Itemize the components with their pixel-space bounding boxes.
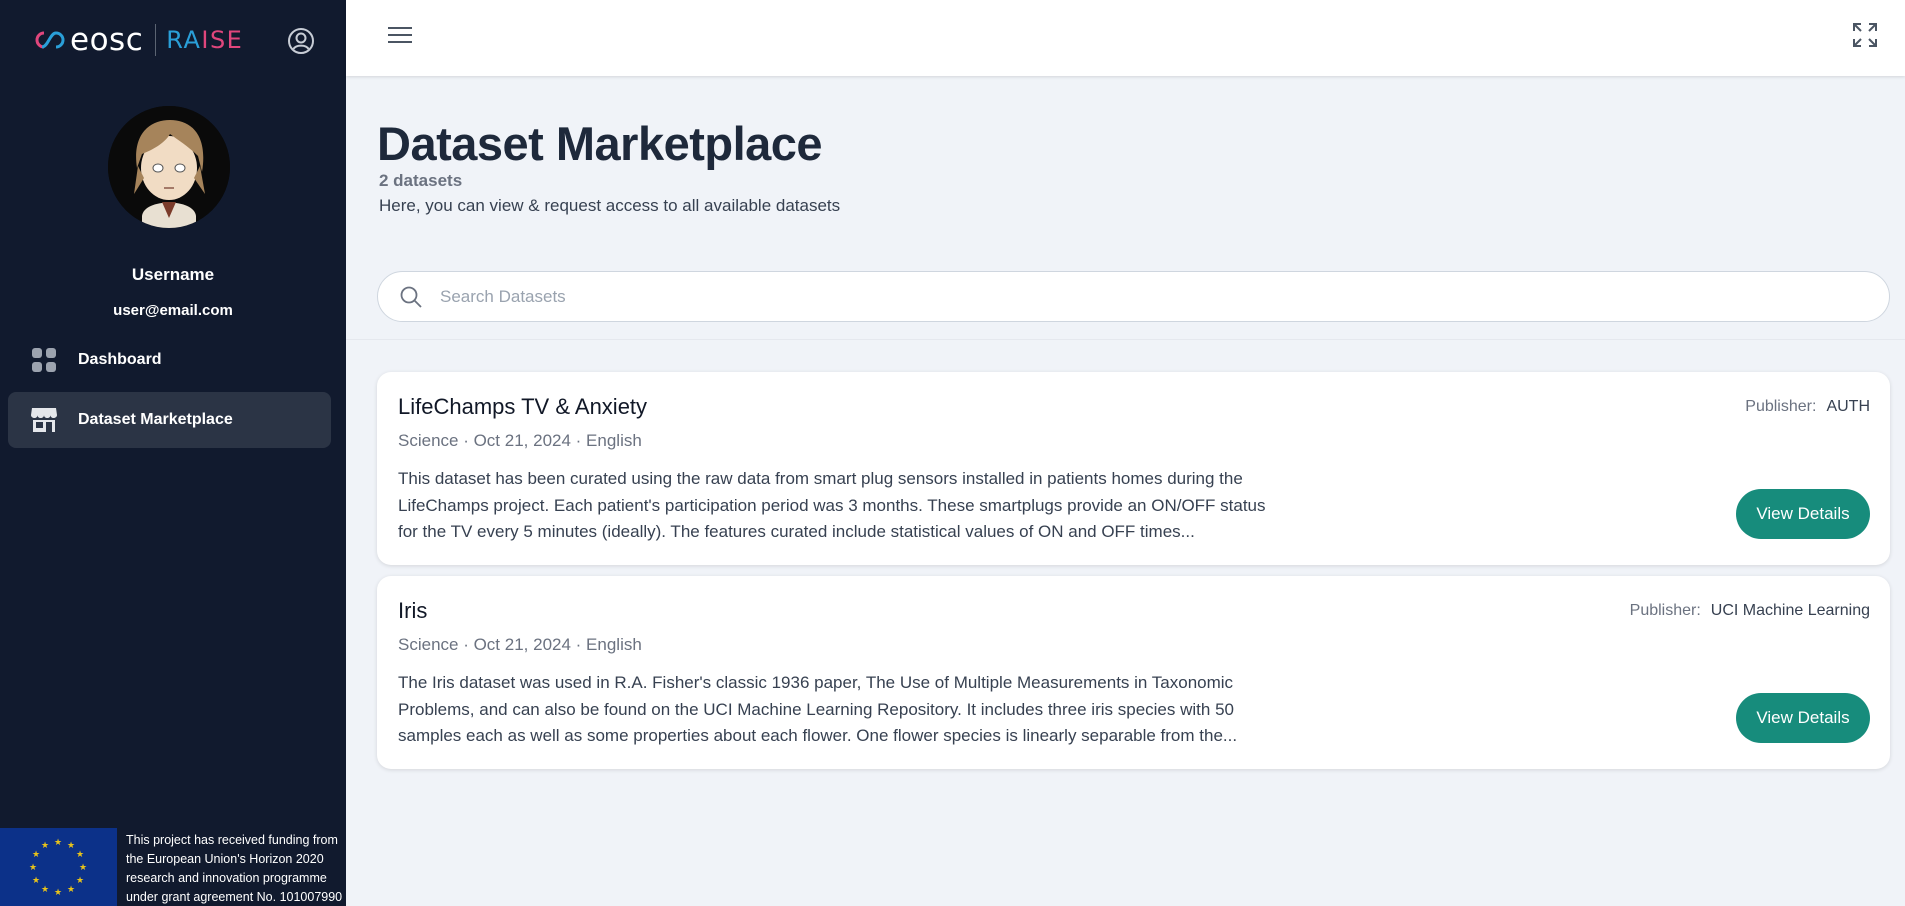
dataset-card: Iris Science · Oct 21, 2024 · English Th… <box>377 576 1890 769</box>
eosc-logo-icon <box>35 31 65 49</box>
top-bar <box>346 0 1905 76</box>
hamburger-menu-icon[interactable] <box>388 24 412 46</box>
dataset-count: 2 datasets <box>379 171 463 190</box>
view-details-button[interactable]: View Details <box>1736 489 1870 539</box>
svg-text:★: ★ <box>41 885 49 895</box>
grid-icon <box>30 346 58 374</box>
username: Username <box>131 265 215 284</box>
eu-flag-icon: ★ ★ ★ ★ ★ ★ ★ ★ ★ ★ ★ ★ <box>0 828 117 906</box>
svg-text:★: ★ <box>76 876 84 886</box>
brand-separator <box>155 24 157 56</box>
divider <box>346 339 1905 340</box>
publisher-label: Publisher: <box>1629 602 1701 619</box>
svg-text:★: ★ <box>54 888 62 898</box>
fullscreen-icon[interactable] <box>1852 22 1878 48</box>
dataset-card: LifeChamps TV & Anxiety Science · Oct 21… <box>377 372 1890 565</box>
store-icon <box>30 406 58 434</box>
brand-name: eosc <box>70 22 144 58</box>
sidebar-item-dataset-marketplace[interactable]: Dataset Marketplace <box>8 392 331 448</box>
dataset-description: This dataset has been curated using the … <box>398 469 1266 541</box>
user-email: user@email.com <box>113 302 233 319</box>
svg-text:★: ★ <box>76 850 84 860</box>
svg-text:★: ★ <box>32 850 40 860</box>
sidebar-item-dashboard[interactable]: Dashboard <box>8 332 331 388</box>
publisher-value: AUTH <box>1826 398 1870 415</box>
dataset-meta: Science · Oct 21, 2024 · English <box>398 635 642 654</box>
dataset-title: LifeChamps TV & Anxiety <box>398 394 648 419</box>
svg-text:★: ★ <box>79 863 87 873</box>
search-icon <box>400 286 422 308</box>
svg-text:★: ★ <box>32 876 40 886</box>
svg-text:★: ★ <box>41 841 49 851</box>
svg-text:★: ★ <box>29 863 37 873</box>
dataset-publisher: Publisher: UCI Machine Learning <box>1630 602 1870 620</box>
dataset-meta: Science · Oct 21, 2024 · English <box>398 431 642 450</box>
publisher-label: Publisher: <box>1745 398 1817 415</box>
sidebar: eosc RAISE Username user@email.com Dashb… <box>0 0 346 906</box>
page-title: Dataset Marketplace <box>377 117 823 170</box>
product-name: RAISE <box>166 26 244 54</box>
brand-logo[interactable]: eosc RAISE <box>32 22 244 58</box>
dataset-title: Iris <box>398 598 428 623</box>
dataset-description: The Iris dataset was used in R.A. Fisher… <box>398 673 1238 745</box>
avatar-image <box>108 106 230 228</box>
svg-text:★: ★ <box>54 838 62 848</box>
svg-text:★: ★ <box>67 885 75 895</box>
sidebar-item-label: Dataset Marketplace <box>78 411 233 428</box>
page-subtitle: Here, you can view & request access to a… <box>379 196 841 215</box>
search-bar[interactable] <box>377 271 1890 322</box>
dataset-publisher: Publisher: AUTH <box>1745 398 1870 416</box>
sidebar-item-label: Dashboard <box>78 351 162 368</box>
funding-notice: ★ ★ ★ ★ ★ ★ ★ ★ ★ ★ ★ ★ This project has… <box>0 828 346 906</box>
view-details-button[interactable]: View Details <box>1736 693 1870 743</box>
avatar <box>108 106 230 228</box>
publisher-value: UCI Machine Learning <box>1710 602 1870 619</box>
account-icon[interactable] <box>287 27 315 55</box>
funding-text: This project has received funding from t… <box>126 833 343 904</box>
search-input[interactable] <box>440 286 1840 307</box>
svg-text:★: ★ <box>67 841 75 851</box>
